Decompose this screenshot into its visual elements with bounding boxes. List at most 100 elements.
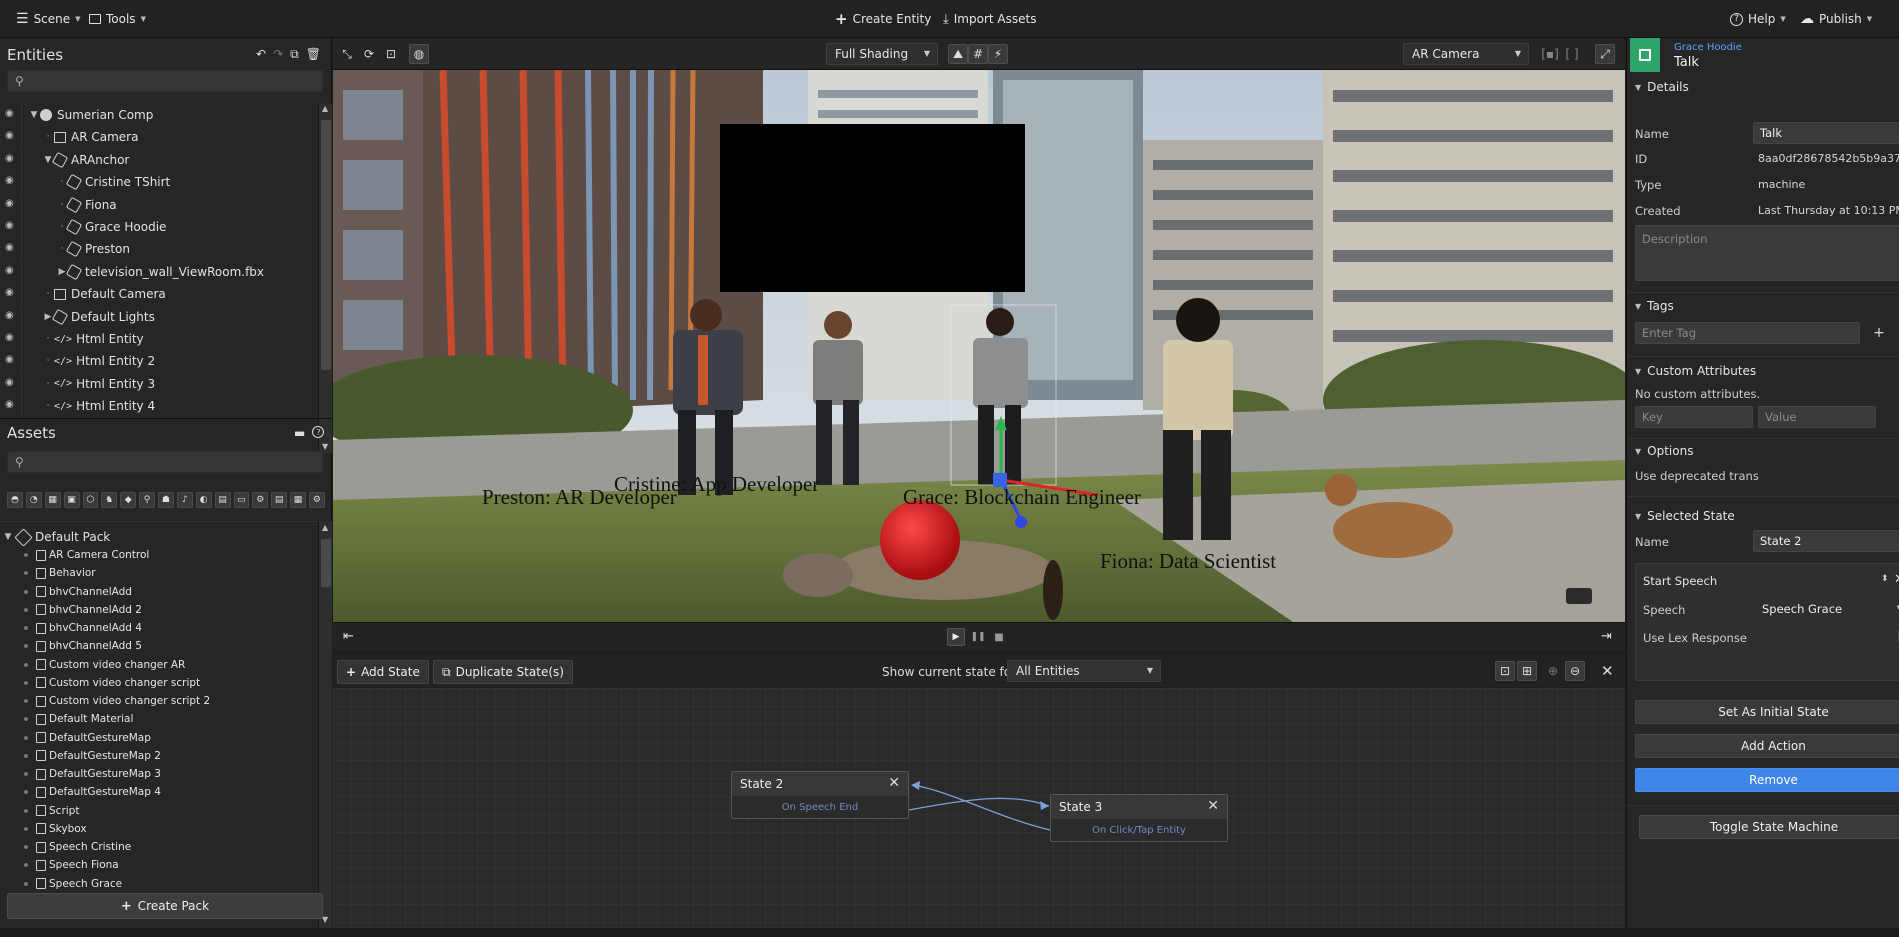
tools-menu[interactable]: Tools ▼ [89,11,146,27]
attribute-value-input[interactable]: Value [1758,406,1876,428]
zoom-out-icon[interactable]: ⊖ [1565,661,1585,681]
frame-selection-icon[interactable]: [▪] [1540,44,1560,64]
options-section-header[interactable]: ▼ Options [1635,444,1693,458]
selected-state-section-header[interactable]: ▼ Selected State [1635,509,1735,523]
tag-input[interactable]: Enter Tag [1635,322,1860,344]
eye-icon[interactable]: ◉ [0,238,22,261]
entity-row[interactable]: ◉ · Grace Hoodie [0,216,316,238]
transition-label[interactable]: On Click/Tap Entity [1051,819,1227,842]
add-state-button[interactable]: + Add State [337,660,429,684]
asset-row[interactable]: Custom video changer script [0,674,316,692]
create-pack-button[interactable]: + Create Pack [7,893,323,919]
eye-icon[interactable]: ◉ [0,216,22,238]
entity-row[interactable]: ◉ · Preston [0,238,316,261]
redo-icon[interactable]: ↷ [273,47,283,62]
assets-search-input[interactable]: ⚲ [7,451,323,473]
filter-skybox-icon[interactable]: ◐ [195,492,212,508]
asset-row[interactable]: Custom video changer AR [0,656,316,674]
reorder-icon[interactable]: ⬍ [1881,574,1889,584]
asset-row[interactable]: Speech Grace [0,875,316,893]
filter-grid-icon[interactable]: ▦ [290,492,306,508]
name-input[interactable]: Talk [1753,122,1899,144]
asset-row[interactable]: Script [0,802,316,820]
asset-pack-default[interactable]: ▼ Default Pack [0,526,316,548]
attribute-key-input[interactable]: Key [1635,406,1753,428]
translate-tool-icon[interactable]: ⤡ [337,44,357,64]
asset-row[interactable]: bhvChannelAdd 4 [0,619,316,637]
entity-row[interactable]: ◉ · Fiona [0,193,316,216]
close-icon[interactable]: ✕ [1601,662,1614,680]
toggle-state-machine-button[interactable]: Toggle State Machine [1639,815,1899,839]
collapse-right-icon[interactable]: ⇥ [1601,629,1612,644]
filter-mesh-icon[interactable]: ⬡ [82,492,99,508]
filter-animation-icon[interactable]: ♞ [101,492,118,508]
scroll-up-icon[interactable]: ▲ [322,104,328,113]
scene-viewport[interactable]: Preston: AR Developer Cristine: App Deve… [333,70,1625,622]
entity-row[interactable]: ◉ · AR Camera [0,126,316,149]
state-graph-canvas[interactable]: State 2 ✕ On Speech End State 3 ✕ On Cli… [333,688,1625,928]
fullscreen-icon[interactable]: ⤢ [1595,44,1615,64]
undo-icon[interactable]: ↶ [256,47,266,62]
expand-open-icon[interactable]: ▼ [2,532,14,542]
entities-scrollbar[interactable]: ▲ ▼ [318,104,332,453]
filter-document-icon[interactable]: ▤ [214,492,231,508]
asset-row[interactable]: bhvChannelAdd 2 [0,601,316,619]
transition-label[interactable]: On Speech End [732,796,908,819]
duplicate-states-button[interactable]: ⧉ Duplicate State(s) [433,660,573,684]
frame-all-states-icon[interactable]: ⊞ [1517,661,1537,681]
filter-skeleton-icon[interactable]: ⚲ [139,492,155,508]
close-icon[interactable]: ✕ [1207,798,1219,814]
state-node[interactable]: State 2 ✕ On Speech End [731,771,909,819]
asset-row[interactable]: AR Camera Control [0,546,316,564]
pause-icon[interactable]: ❚❚ [969,628,987,646]
asset-row[interactable]: bhvChannelAdd [0,583,316,601]
details-section-header[interactable]: ▼ Details [1635,80,1689,94]
filter-audio-icon[interactable]: ♪ [176,492,193,508]
publish-menu[interactable]: ☁ Publish ▼ [1800,11,1872,27]
entities-search-input[interactable]: ⚲ [7,70,323,92]
filter-lighting-icon[interactable]: ▤ [271,492,288,508]
entity-breadcrumb[interactable]: Grace Hoodie [1674,42,1742,53]
asset-row[interactable]: DefaultGestureMap [0,729,316,747]
global-space-icon[interactable]: ◍ [409,44,429,64]
description-textarea[interactable]: Description [1635,225,1899,281]
filter-texture-icon[interactable]: ▣ [63,492,80,508]
filter-behavior-icon[interactable]: ☗ [158,492,174,508]
filter-video-icon[interactable]: ▦ [44,492,61,508]
folder-icon[interactable]: ▬ [294,426,305,440]
help-icon[interactable]: ? [312,426,325,438]
add-tag-icon[interactable]: + [1869,323,1889,343]
asset-row[interactable]: Default Material [0,710,316,728]
scroll-up-icon[interactable]: ▲ [322,523,328,532]
camera-select[interactable]: AR Camera ▼ [1403,43,1529,65]
filter-entity-icon[interactable]: ◓ [7,492,23,508]
tags-section-header[interactable]: ▼ Tags [1635,299,1674,313]
custom-attributes-section-header[interactable]: ▼ Custom Attributes [1635,364,1756,378]
entity-row[interactable]: ◉ ▶ Default Lights [0,305,316,328]
speech-select[interactable]: Speech Grace ▼ [1752,598,1899,620]
filter-settings-icon[interactable]: ⚙ [309,492,325,508]
expand-open-icon[interactable]: ▼ [28,110,40,120]
entity-row[interactable]: ◉ · </> Html Entity [0,328,316,350]
filter-sound-icon[interactable]: ◔ [25,492,42,508]
eye-icon[interactable]: ◉ [0,350,22,373]
eye-icon[interactable]: ◉ [0,305,22,328]
collapse-left-icon[interactable]: ⇤ [343,629,354,644]
assets-scrollbar[interactable]: ▲ ▼ [318,521,332,928]
eye-icon[interactable]: ◉ [0,395,22,418]
duplicate-icon[interactable]: ⧉ [290,47,299,62]
eye-icon[interactable]: ◉ [0,260,22,283]
entity-filter-select[interactable]: All Entities ▼ [1007,660,1161,682]
entity-row[interactable]: ◉ ▼ ARAnchor [0,148,316,171]
entity-row[interactable]: ◉ · </> Html Entity 3 [0,372,316,395]
remove-state-button[interactable]: Remove [1635,768,1899,792]
grid-icon[interactable]: # [968,44,988,64]
shading-select[interactable]: Full Shading ▼ [826,43,938,65]
eye-icon[interactable]: ◉ [0,283,22,306]
asset-row[interactable]: Speech Cristine [0,838,316,856]
eye-icon[interactable]: ◉ [0,148,22,171]
eye-icon[interactable]: ◉ [0,328,22,350]
close-icon[interactable]: ✕ [1894,572,1899,587]
entity-row[interactable]: ◉ ▼ Sumerian Comp [0,104,316,126]
import-assets-button[interactable]: ⤓ Import Assets [943,11,1036,27]
